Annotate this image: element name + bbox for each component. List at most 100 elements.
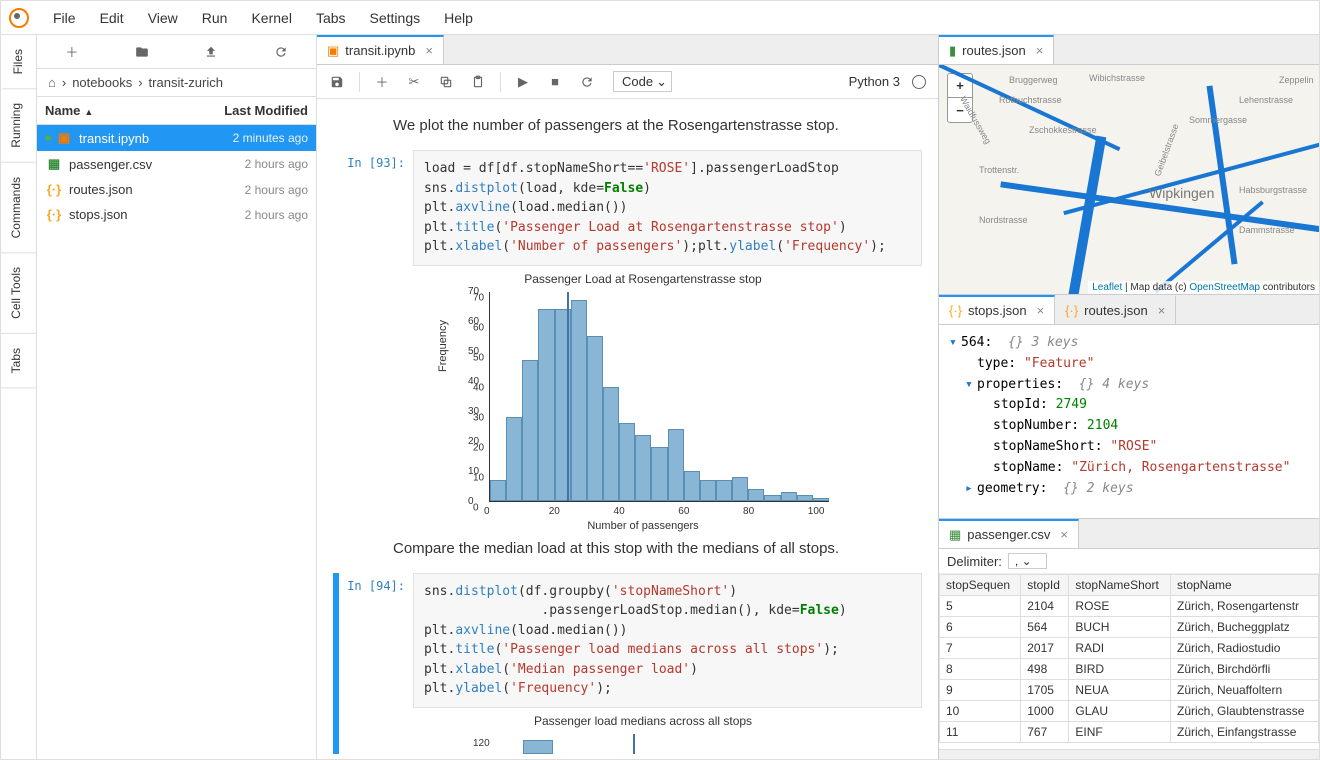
csv-row[interactable]: 101000GLAUZürich, Glaubtenstrasse — [940, 701, 1319, 722]
column-modified[interactable]: Last Modified — [224, 103, 308, 118]
menu-settings[interactable]: Settings — [358, 4, 433, 32]
save-button[interactable] — [323, 68, 351, 96]
menubar: FileEditViewRunKernelTabsSettingsHelp — [1, 1, 1319, 35]
cell-output: Passenger Load at Rosengartenstrasse sto… — [413, 272, 922, 532]
menu-view[interactable]: View — [136, 4, 190, 32]
csv-row[interactable]: 11767EINFZürich, Einfangstrasse — [940, 722, 1319, 743]
osm-link[interactable]: OpenStreetMap — [1189, 282, 1260, 293]
close-icon[interactable]: × — [425, 43, 433, 58]
menu-file[interactable]: File — [41, 4, 88, 32]
street-label: Wibichstrasse — [1089, 73, 1145, 83]
sidebar-tab-cell-tools[interactable]: Cell Tools — [1, 253, 36, 334]
close-icon[interactable]: × — [1036, 43, 1044, 58]
sidebar-tab-running[interactable]: Running — [1, 89, 36, 163]
markdown-cell[interactable]: We plot the number of passengers at the … — [393, 117, 922, 134]
tab-transit-ipynb[interactable]: ▣ transit.ipynb × — [317, 35, 444, 64]
code-cell-93[interactable]: load = df[df.stopNameShort=='ROSE'].pass… — [413, 150, 922, 266]
histogram-chart-partial: Passenger load medians across all stops … — [433, 714, 853, 754]
delimiter-label: Delimiter: — [947, 554, 1002, 569]
json-viewer[interactable]: ▾564: {} 3 keys type: "Feature" ▾propert… — [939, 325, 1319, 518]
kernel-indicator[interactable] — [912, 75, 926, 89]
leaflet-link[interactable]: Leaflet — [1092, 282, 1122, 293]
csv-cell: RADI — [1069, 638, 1171, 659]
csv-column-header[interactable]: stopName — [1170, 575, 1318, 596]
histogram-bar — [797, 495, 813, 501]
sidebar-tab-commands[interactable]: Commands — [1, 163, 36, 253]
csv-row[interactable]: 52104ROSEZürich, Rosengartenstr — [940, 596, 1319, 617]
menu-help[interactable]: Help — [432, 4, 485, 32]
chart-ytick: 120 — [473, 738, 490, 749]
file-modified: 2 hours ago — [245, 157, 308, 171]
close-icon[interactable]: × — [1158, 303, 1166, 318]
run-button[interactable]: ▶ — [509, 68, 537, 96]
histogram-bar — [603, 387, 619, 500]
cell-prompt: In [94]: — [343, 573, 413, 754]
menu-edit[interactable]: Edit — [88, 4, 136, 32]
csv-column-header[interactable]: stopSequen — [940, 575, 1021, 596]
menu-tabs[interactable]: Tabs — [304, 4, 358, 32]
csv-cell: 1000 — [1021, 701, 1069, 722]
histogram-bar — [522, 360, 538, 500]
csv-cell: 2017 — [1021, 638, 1069, 659]
tab-passenger-csv[interactable]: ▦ passenger.csv × — [939, 519, 1079, 548]
close-icon[interactable]: × — [1037, 303, 1045, 318]
tab-stops-json[interactable]: {·} stops.json × — [939, 295, 1055, 324]
street-label: Trottenstr. — [979, 165, 1019, 175]
markdown-cell[interactable]: Compare the median load at this stop wit… — [393, 540, 922, 557]
horizontal-scrollbar[interactable] — [939, 749, 1319, 759]
histogram-bar — [668, 429, 684, 501]
csv-column-header[interactable]: stopId — [1021, 575, 1069, 596]
breadcrumb[interactable]: ⌂ ›notebooks ›transit-zurich — [37, 69, 316, 97]
insert-cell-button[interactable]: ＋ — [368, 68, 396, 96]
refresh-button[interactable] — [267, 38, 295, 66]
file-modified: 2 minutes ago — [233, 131, 308, 145]
menu-kernel[interactable]: Kernel — [239, 4, 303, 32]
map-view[interactable]: + − Bruggerweg Wibichstrasse Zschokkestr… — [939, 65, 1319, 294]
delimiter-select[interactable]: , ⌄ — [1008, 553, 1047, 569]
home-icon[interactable]: ⌂ — [48, 75, 56, 90]
csv-icon: ▦ — [949, 527, 961, 543]
csv-row[interactable]: 91705NEUAZürich, Neuaffoltern — [940, 680, 1319, 701]
histogram-bar — [571, 300, 587, 500]
notebook-content[interactable]: We plot the number of passengers at the … — [317, 99, 938, 759]
csv-cell: Zürich, Rosengartenstr — [1170, 596, 1318, 617]
sidebar-tab-tabs[interactable]: Tabs — [1, 334, 36, 388]
histogram-chart: Passenger Load at Rosengartenstrasse sto… — [433, 272, 853, 532]
csv-grid[interactable]: stopSequenstopIdstopNameShortstopName521… — [939, 574, 1319, 749]
file-row[interactable]: ▣transit.ipynb2 minutes ago — [37, 125, 316, 151]
csv-row[interactable]: 8498BIRDZürich, Birchdörfli — [940, 659, 1319, 680]
csv-cell: Zürich, Glaubtenstrasse — [1170, 701, 1318, 722]
csv-cell: Zürich, Radiostudio — [1170, 638, 1318, 659]
csv-row[interactable]: 6564BUCHZürich, Bucheggplatz — [940, 617, 1319, 638]
cut-button[interactable]: ✂ — [400, 68, 428, 96]
csv-column-header[interactable]: stopNameShort — [1069, 575, 1171, 596]
tab-routes-json-map[interactable]: ▮ routes.json × — [939, 35, 1054, 64]
file-row[interactable]: {·}stops.json2 hours ago — [37, 202, 316, 227]
histogram-bar — [587, 336, 603, 500]
copy-button[interactable] — [432, 68, 460, 96]
street-label: Zeppelin — [1279, 75, 1314, 85]
file-name: passenger.csv — [69, 157, 245, 172]
kernel-name[interactable]: Python 3 — [849, 74, 900, 89]
histogram-bar — [490, 480, 506, 501]
tab-routes-json[interactable]: {·} routes.json × — [1055, 295, 1176, 324]
sidebar-tab-files[interactable]: Files — [1, 35, 36, 89]
median-line — [567, 292, 569, 501]
cell-type-select[interactable]: Code ⌄ — [613, 71, 672, 92]
paste-button[interactable] — [464, 68, 492, 96]
file-row[interactable]: {·}routes.json2 hours ago — [37, 177, 316, 202]
restart-button[interactable] — [573, 68, 601, 96]
file-modified: 2 hours ago — [245, 208, 308, 222]
new-launcher-button[interactable]: ＋ — [58, 38, 86, 66]
histogram-bar — [732, 477, 748, 501]
new-folder-button[interactable] — [128, 38, 156, 66]
file-row[interactable]: ▦passenger.csv2 hours ago — [37, 151, 316, 177]
column-name[interactable]: Name — [45, 103, 80, 118]
csv-cell: 7 — [940, 638, 1021, 659]
menu-run[interactable]: Run — [190, 4, 240, 32]
close-icon[interactable]: × — [1060, 527, 1068, 542]
code-cell-94[interactable]: sns.distplot(df.groupby('stopNameShort')… — [413, 573, 922, 708]
stop-button[interactable]: ■ — [541, 68, 569, 96]
upload-button[interactable] — [197, 38, 225, 66]
csv-row[interactable]: 72017RADIZürich, Radiostudio — [940, 638, 1319, 659]
